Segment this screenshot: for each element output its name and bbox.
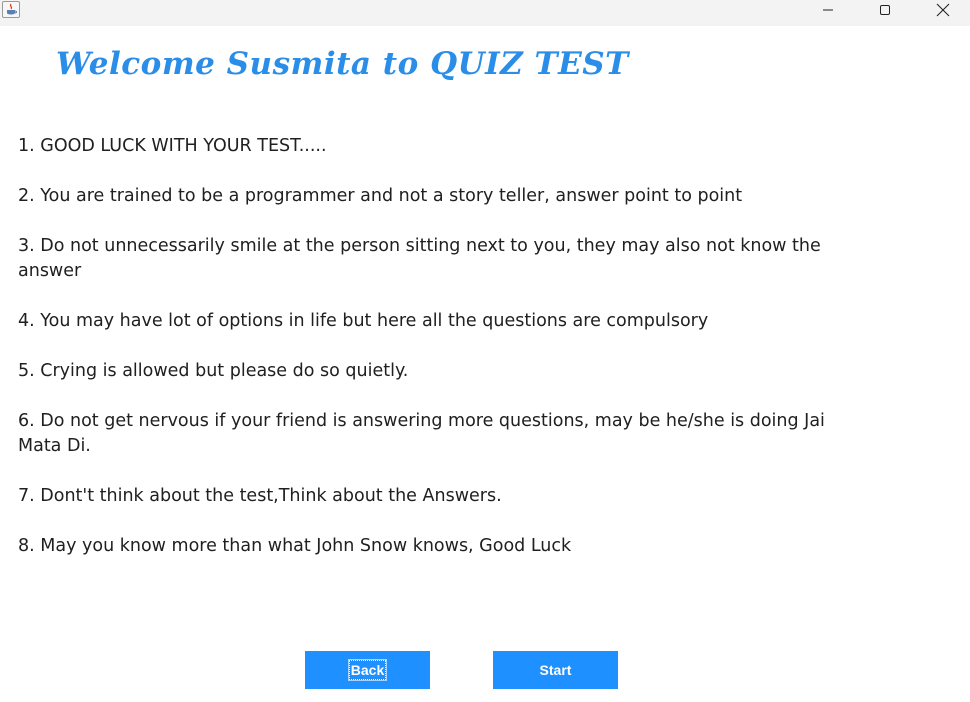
minimize-button[interactable] bbox=[799, 0, 857, 20]
maximize-icon bbox=[880, 5, 890, 15]
title-bar[interactable] bbox=[0, 0, 970, 26]
rule-item: 2. You are trained to be a programmer an… bbox=[18, 186, 743, 206]
close-button[interactable] bbox=[914, 0, 970, 20]
quiz-rules-window: Welcome Susmita to QUIZ TEST 1. GOOD LUC… bbox=[0, 0, 970, 702]
java-cup-icon[interactable] bbox=[2, 1, 20, 18]
welcome-heading: Welcome Susmita to QUIZ TEST bbox=[56, 46, 629, 82]
start-button-label: Start bbox=[539, 662, 572, 678]
rule-item: 4. You may have lot of options in life b… bbox=[18, 311, 709, 331]
minimize-icon bbox=[823, 9, 833, 11]
start-button[interactable]: Start bbox=[493, 651, 618, 689]
rule-item: 3. Do not unnecessarily smile at the per… bbox=[18, 236, 821, 281]
rule-item: 7. Dont't think about the test,Think abo… bbox=[18, 486, 502, 506]
rule-item: 8. May you know more than what John Snow… bbox=[18, 536, 572, 556]
back-button-label: Back bbox=[347, 659, 388, 681]
rule-item: 1. GOOD LUCK WITH YOUR TEST..... bbox=[18, 136, 327, 156]
maximize-button[interactable] bbox=[856, 0, 914, 20]
back-button[interactable]: Back bbox=[305, 651, 430, 689]
rules-list: 1. GOOD LUCK WITH YOUR TEST..... 2. You … bbox=[18, 134, 853, 584]
rule-item: 6. Do not get nervous if your friend is … bbox=[18, 411, 825, 456]
rule-item: 5. Crying is allowed but please do so qu… bbox=[18, 361, 409, 381]
close-icon bbox=[936, 3, 950, 17]
